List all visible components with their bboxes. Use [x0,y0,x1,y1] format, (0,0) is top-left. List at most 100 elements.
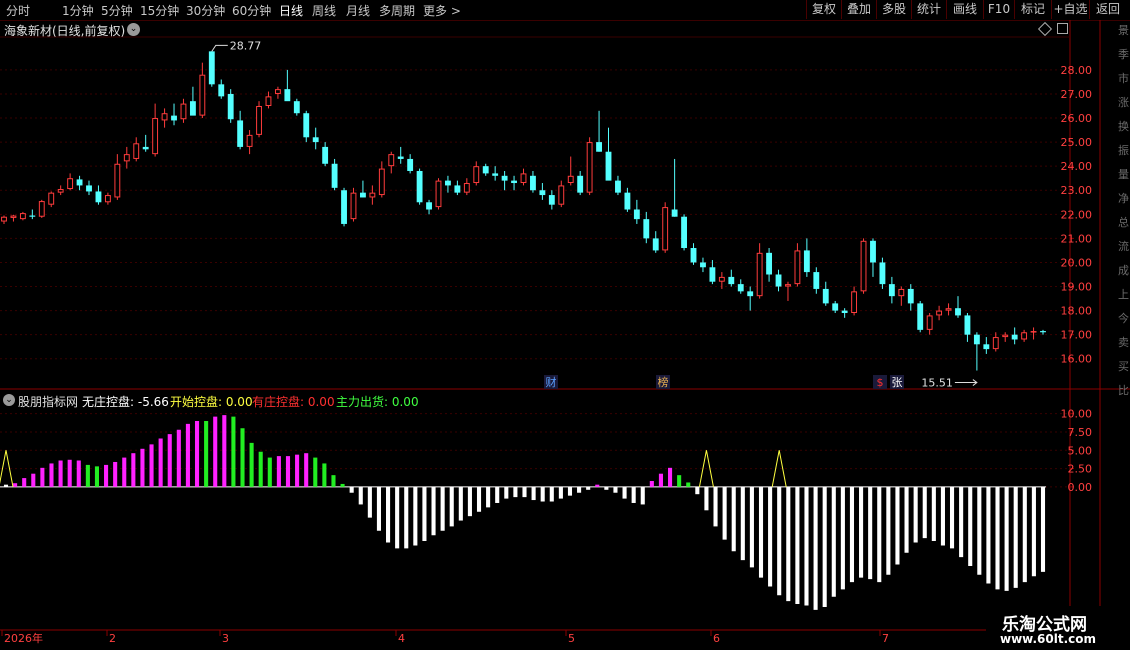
chevron-down-icon[interactable]: ⌄ [127,23,140,36]
price-tick-label: 26.00 [1061,112,1093,125]
candle-body [888,284,895,297]
candle-body [388,154,395,167]
candle-body [681,216,688,249]
side-panel-label: 流 [1118,239,1129,253]
candle-body [851,291,858,314]
event-marker: 榜 [658,375,669,389]
square-icon[interactable] [1057,23,1068,34]
date-label: 3 [222,632,229,645]
period-tab[interactable]: 1分钟 [62,2,94,19]
candle-body [256,105,262,135]
indicator-value: 开始控盘: 0.00 [170,395,253,409]
side-panel-label: 景 [1118,24,1129,37]
candle-body [38,201,45,217]
candle-body [955,308,961,316]
toolbar: 分时 1分钟 5分钟 15分钟 30分钟 60分钟 日线 周线 月线 多周期 更多 > 复权 叠加 多股统… [0,0,1130,21]
indicator-tick-label: 5.00 [1068,444,1093,457]
chevron-down-icon[interactable]: ⌄ [3,394,15,406]
candle-body [378,168,385,196]
side-panel-label: 涨 [1118,96,1129,109]
candle-body [766,252,773,275]
price-tick-label: 20.00 [1061,256,1093,269]
price-tick-label: 25.00 [1061,136,1093,149]
candle-body [709,267,716,282]
candle-body [511,180,517,184]
candle-body [237,120,244,147]
candle-body [208,51,215,85]
candle-body [123,154,130,162]
candle-body [199,74,206,116]
date-label: 6 [713,632,720,645]
candle-body [615,180,621,193]
date-label: 7 [882,632,889,645]
period-tab[interactable]: 分时 [6,2,30,19]
candle-body [775,274,782,287]
event-marker: $ [877,376,884,389]
toolbar-button[interactable]: 画线 [946,0,983,19]
indicator-tick-label: 0.00 [1068,481,1093,494]
candle-body [643,219,650,239]
candle-body [870,240,876,263]
candle-body [350,192,357,220]
period-tab[interactable]: 周线 [312,2,336,19]
candle-body [1002,334,1009,338]
toolbar-button[interactable]: 叠加 [841,0,876,19]
candle-body [624,192,631,210]
period-tab[interactable]: 更多 > [423,2,461,19]
side-panel-label: 振 [1118,143,1129,157]
candle-body [104,195,111,203]
toolbar-button[interactable]: 多股 [876,0,911,19]
candle-body [67,178,74,190]
period-tab[interactable]: 日线 [279,2,303,19]
period-tab[interactable]: 15分钟 [140,2,179,19]
event-marker: 张 [892,376,903,389]
toolbar-button[interactable]: 复权 [806,0,841,19]
price-tick-label: 27.00 [1061,88,1093,101]
toolbar-button[interactable]: 标记 [1014,0,1051,19]
candle-body [879,262,886,285]
candle-body [983,344,990,350]
side-panel-label: 总 [1118,215,1129,229]
period-tab[interactable]: 30分钟 [186,2,225,19]
candle-body [671,209,678,217]
indicator-value: 主力出货: 0.00 [336,395,419,409]
indicator-tick-label: 10.00 [1061,408,1093,421]
price-tick-label: 19.00 [1061,281,1093,294]
candle-body [133,143,140,159]
stock-title[interactable]: 海象新材(日线,前复权) [4,22,125,39]
candle-body [341,190,347,224]
period-tab[interactable]: 多周期 [379,2,415,19]
side-panel-label: 比 [1118,384,1129,397]
toolbar-button[interactable]: F10 [983,0,1014,19]
toolbar-button[interactable]: 统计 [911,0,946,19]
candle-body [435,180,442,208]
period-tab[interactable]: 月线 [346,2,370,19]
watermark-url: www.60lt.com [1000,632,1097,646]
max-price-pointer [211,44,228,52]
candle-body [284,89,291,102]
candle-body [10,215,17,218]
period-tab[interactable]: 5分钟 [101,2,133,19]
candle-body [274,89,281,94]
candle-body [652,238,659,251]
candle-body [605,151,612,181]
candle-body [596,142,602,152]
side-panel-label: 今 [1118,311,1129,325]
candle-body [463,183,470,193]
candle-body [558,185,565,205]
candle-body [690,248,697,263]
toolbar-button[interactable]: 返回 [1089,0,1126,19]
price-tick-label: 21.00 [1061,232,1093,245]
side-panel-label: 换 [1118,119,1129,133]
indicator-name[interactable]: 股朋指标网 [18,393,78,410]
candle-body [860,240,867,292]
toolbar-button[interactable]: +自选 [1051,0,1089,19]
candle-body [520,173,527,184]
candle-body [530,175,536,191]
candle-body [822,288,829,304]
candle-body [718,276,725,282]
max-price-label: 28.77 [230,39,261,52]
period-tab[interactable]: 60分钟 [232,2,271,19]
candle-body [265,96,272,106]
candle-body [662,207,669,251]
